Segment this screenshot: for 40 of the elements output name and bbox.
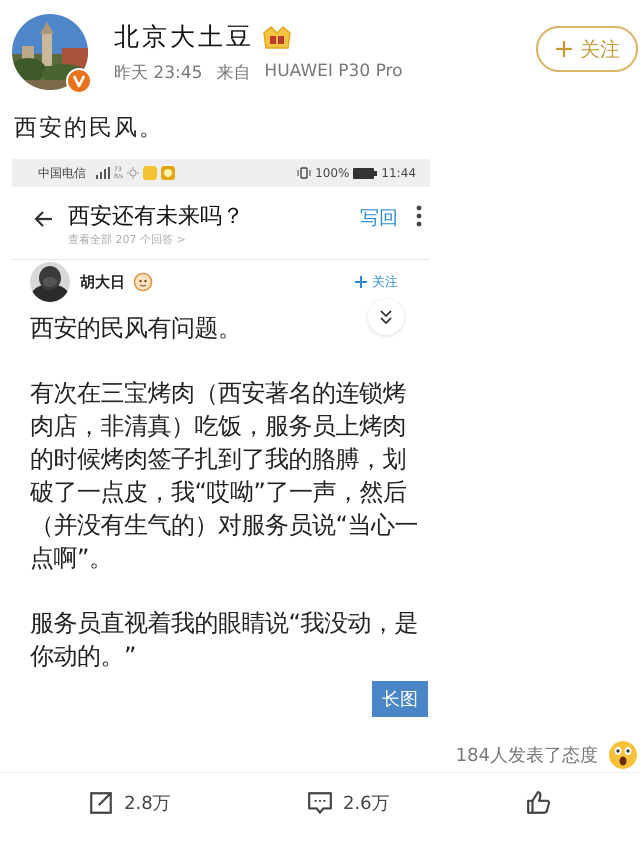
action-count: 2.6万 (342, 792, 390, 815)
action-button[interactable]: 2.8万 (88, 790, 171, 816)
action-button[interactable]: 2.6万 (306, 790, 390, 816)
carrier-name: 中国电信 (38, 164, 86, 182)
battery-percent: 100% (315, 166, 350, 180)
badge-icon (133, 272, 153, 292)
verified-icon (66, 68, 92, 94)
answerer-name[interactable]: 胡大日 (80, 272, 125, 292)
author-name[interactable]: 北京大土豆 (114, 20, 254, 53)
all-answers-link[interactable]: 查看全部 207 个回答 > (68, 232, 360, 247)
follow-button[interactable]: 关注 (536, 26, 638, 72)
answer-paragraph: 西安的民风有问题。 (30, 313, 242, 344)
post-text: 西安的民风。 (14, 114, 165, 143)
answer-paragraph: 服务员直视着我的眼睛说“我没动，是你动的。” (30, 608, 419, 672)
reactions-count[interactable]: 184人发表了态度 (456, 742, 598, 766)
plus-icon (354, 275, 368, 289)
thumbs-up-icon (526, 790, 552, 816)
app-icon (161, 166, 176, 180)
expand-button[interactable] (368, 299, 404, 335)
answer-paragraph: 有次在三宝烤肉（西安著名的连锁烤肉店，非清真）吃饭，服务员上烤肉的时候烤肉签子扎到了我的胳膊，划破了一点皮，我“哎呦”了一声，然后（并没有生气的）对服务员说“当心一点啊”。 (30, 378, 419, 574)
post-time: 昨天 23:45 (114, 62, 202, 84)
vibrate-icon (297, 167, 312, 179)
action-count: 2.8万 (124, 792, 171, 815)
clock-time: 11:44 (381, 166, 416, 180)
sun-icon (127, 167, 140, 179)
write-answer-button[interactable]: 写回 (360, 205, 398, 231)
device-source: HUAWEI P30 Pro (264, 61, 403, 83)
double-chevron-icon (378, 309, 394, 325)
surprised-face-icon (608, 740, 638, 770)
comment-icon (306, 790, 333, 816)
action-button[interactable] (526, 790, 552, 816)
app-icon (143, 166, 158, 180)
question-title: 西安还有未来吗？ (68, 203, 245, 231)
share-icon (88, 790, 114, 816)
more-icon (416, 205, 422, 227)
battery-icon (353, 168, 378, 178)
plus-icon (554, 39, 574, 59)
follow-button[interactable]: 关注 (354, 273, 398, 291)
long-image-label: 长图 (372, 681, 428, 717)
source-label: 来自 (216, 62, 250, 84)
